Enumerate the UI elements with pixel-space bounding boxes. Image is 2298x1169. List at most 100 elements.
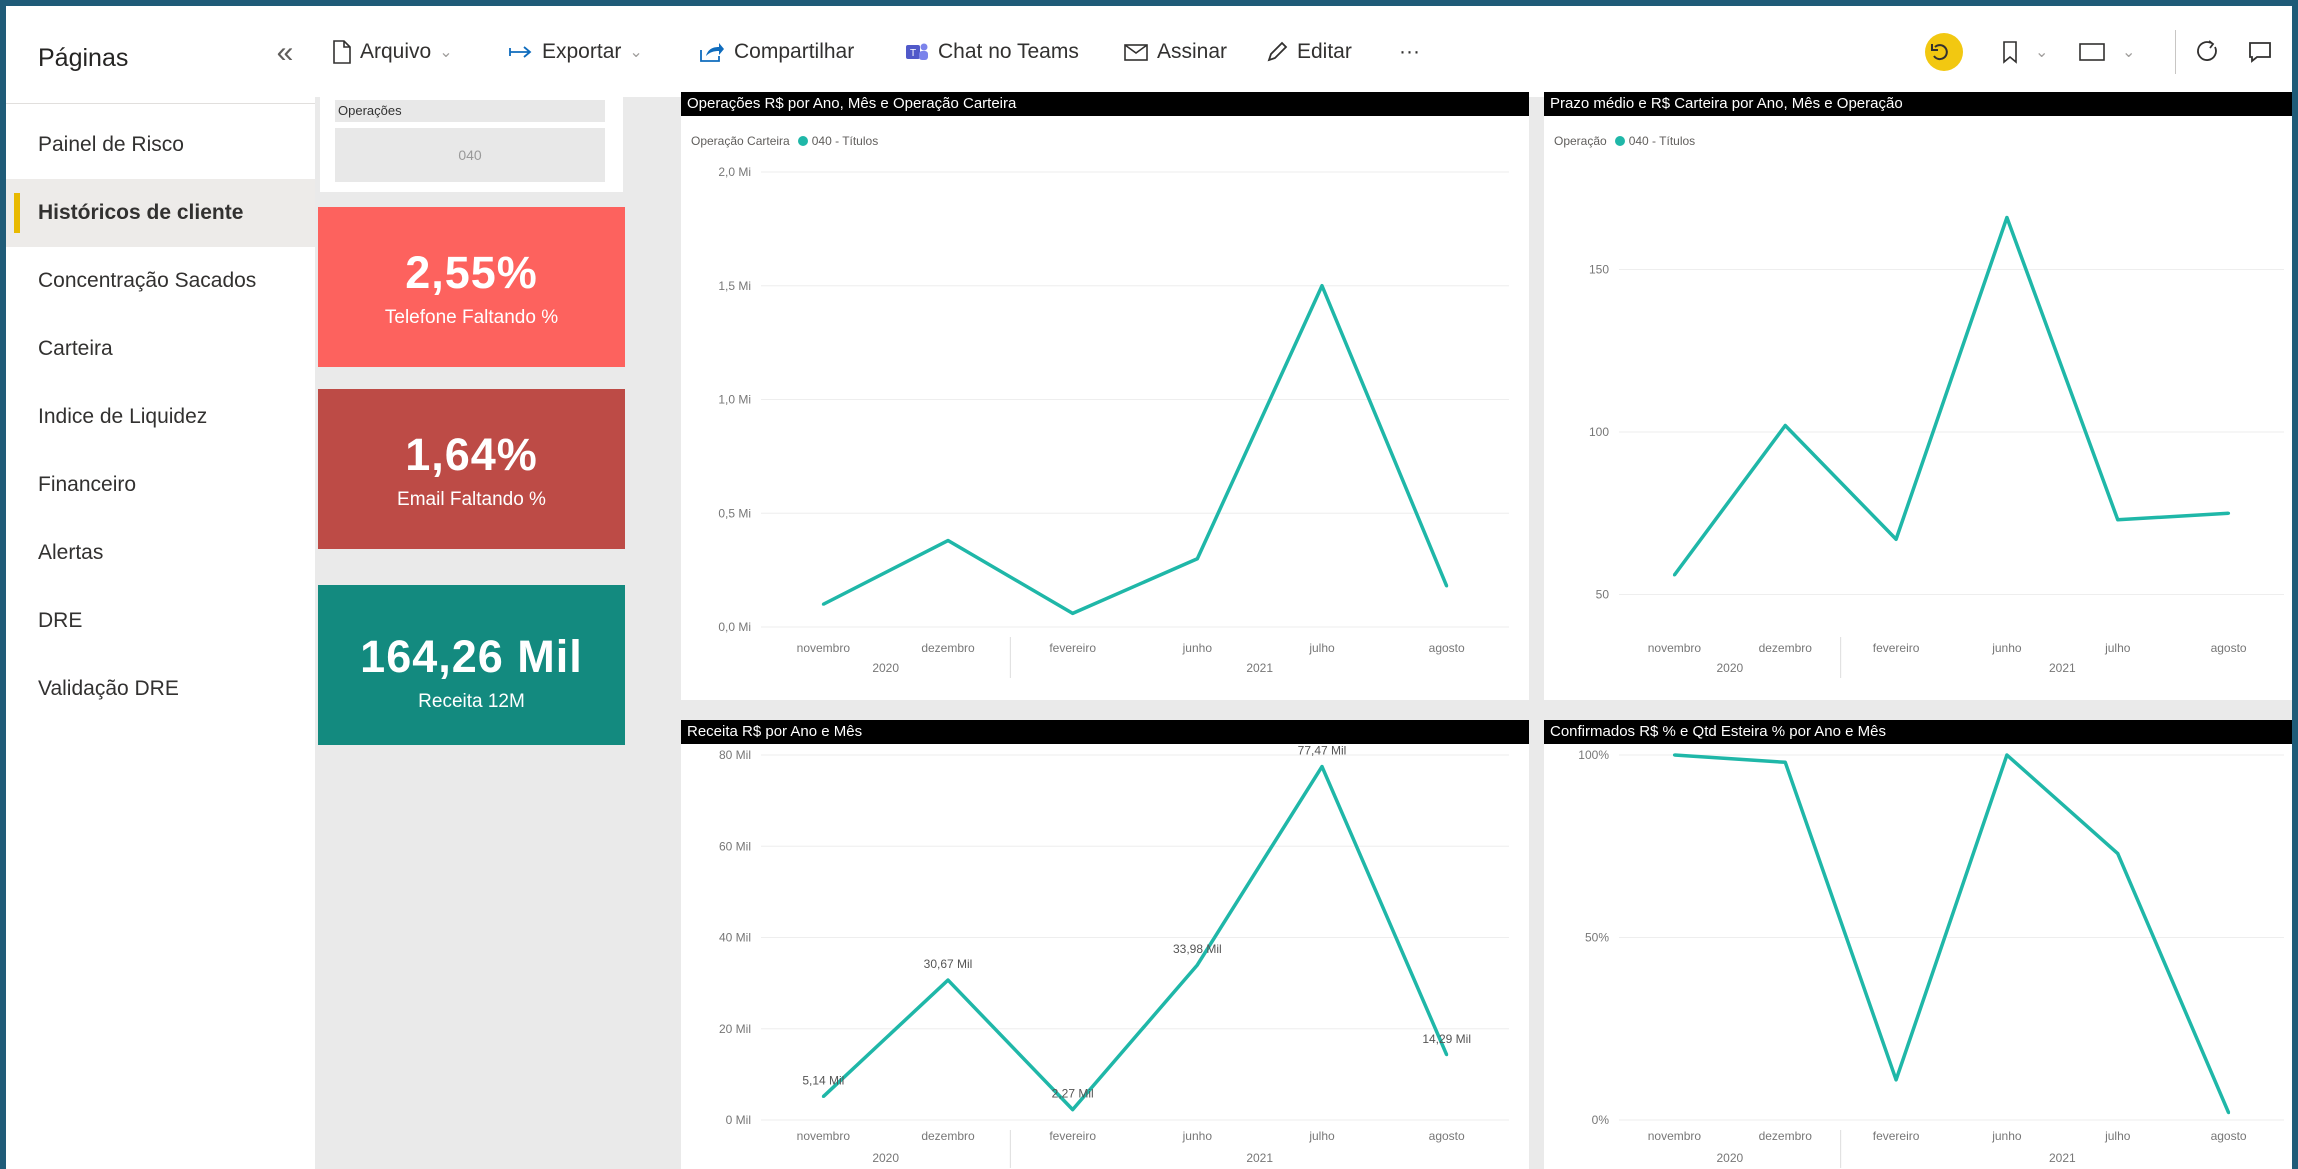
nav-item-concentracao-sacados[interactable]: Concentração Sacados [6,247,315,315]
y-tick-label: 0,5 Mi [718,506,751,520]
view-menu[interactable]: ⌄ [2078,32,2135,72]
legend-series-name: 040 - Títulos [811,134,879,148]
data-point [1783,760,1787,764]
comment-button[interactable] [2247,32,2281,72]
kpi-label: Telefone Faltando % [384,307,559,328]
data-point [2005,216,2009,219]
export-icon [509,46,532,58]
chart-receita-panel[interactable]: 0 Mil 20 Mil 40 Mil 60 Mil 80 Mil novembro dez… [681,720,1529,1169]
assinar-label: Assinar [1157,40,1228,63]
nav-item-dre[interactable]: DRE [6,587,315,655]
more-options-button[interactable]: ··· [1399,32,1420,72]
report-toolbar: Arquivo ⌄ Exportar ⌄ Compartilhar T Chat… [315,6,2298,98]
data-point [1445,584,1449,588]
legend-marker [1614,136,1625,146]
data-point [1894,537,1898,541]
x-tick-label: fevereiro [1873,641,1920,655]
nav-item-alertas[interactable]: Alertas [6,519,315,587]
y-tick-label: 80 Mil [719,748,751,762]
slicer-value-dropdown[interactable]: 040 [335,128,605,182]
x-tick-label: dezembro [1759,1129,1813,1143]
data-label: 77,47 Mil [1298,744,1347,758]
legend-title: Operação Carteira [691,134,790,148]
nav-item-carteira[interactable]: Carteira [6,315,315,383]
year-group-label: 2021 [1246,661,1273,675]
data-label: 33,98 Mil [1173,942,1222,956]
page-list: Painel de Risco Históricos de cliente Co… [6,111,315,723]
series-line [822,284,1449,616]
kpi-label: Email Faltando % [397,489,546,510]
sidebar-header: Páginas « [6,6,315,104]
nav-item-historicos-de-cliente[interactable]: Históricos de cliente [6,179,315,247]
chart-prazo-panel[interactable]: 50 100 150 novembro dezembro fevereiro junho ju… [1544,92,2298,700]
series-line [822,764,1449,1112]
x-tick-label: novembro [1648,1129,1702,1143]
collapse-chevron-icon[interactable]: « [265,38,305,72]
x-tick-label: junho [1182,1129,1213,1143]
chart-title: Prazo médio e R$ Carteira por Ano, Mês e… [1544,92,2298,116]
chevron-down-icon: ⌄ [2035,44,2049,61]
y-tick-label: 60 Mil [719,839,751,853]
data-label: 30,67 Mil [924,957,973,971]
data-point [1894,1078,1898,1082]
year-group-label: 2021 [2049,661,2076,675]
compartilhar-button[interactable]: Compartilhar [698,32,854,72]
kpi-value: 1,64% [405,429,538,480]
exportar-menu[interactable]: Exportar ⌄ [508,32,643,72]
chart-title: Operações R$ por Ano, Mês e Operação Car… [681,92,1529,116]
mail-icon [1124,44,1148,61]
file-icon [333,40,351,64]
data-label: 14,29 Mil [1422,1032,1471,1046]
sidebar-title: Páginas [38,44,129,72]
nav-item-painel-de-risco[interactable]: Painel de Risco [6,111,315,179]
nav-item-indice-de-liquidez[interactable]: Indice de Liquidez [6,383,315,451]
chart-plot: 0,0 Mi 0,5 Mi 1,0 Mi 1,5 Mi 2,0 Mi novembro de… [718,165,1509,678]
compartilhar-label: Compartilhar [734,40,855,63]
chart-title: Confirmados R$ % e Qtd Esteira % por Ano… [1544,720,2298,744]
operacoes-slicer: Operações 040 [320,92,623,192]
chart-plot: 50 100 150 novembro dezembro fevereiro junho ju… [1589,215,2284,678]
x-tick-label: junho [1991,1129,2022,1143]
legend-marker [797,136,808,146]
nav-item-financeiro[interactable]: Financeiro [6,451,315,519]
x-tick-label: fevereiro [1873,1129,1920,1143]
chart-plot: 0% 50% 100% novembro dezembro fevereiro junho j… [1578,748,2284,1168]
chart-title: Receita R$ por Ano e Mês [681,720,1529,744]
arquivo-label: Arquivo [360,40,432,63]
chart-plot: 0 Mil 20 Mil 40 Mil 60 Mil 80 Mil novembro dez… [719,744,1509,1168]
editar-label: Editar [1297,40,1352,63]
x-tick-label: dezembro [921,1129,975,1143]
slicer-title: Operações [335,100,605,122]
editar-button[interactable]: Editar [1265,32,1352,72]
data-point [1320,765,1324,769]
arquivo-menu[interactable]: Arquivo ⌄ [332,32,453,72]
data-point [2116,852,2120,856]
y-tick-label: 50 [1596,588,1610,602]
x-tick-label: novembro [1648,641,1702,655]
refresh-button[interactable] [2195,32,2229,72]
year-group-label: 2021 [2049,1151,2076,1165]
chart-legend: Operação 040 - Títulos [1554,134,1695,148]
chart-operacoes-panel[interactable]: 0,0 Mi 0,5 Mi 1,0 Mi 1,5 Mi 2,0 Mi novembro de… [681,92,1529,700]
bookmark-icon [2003,41,2017,64]
share-icon [700,43,724,62]
x-tick-label: julho [2104,641,2131,655]
assinar-button[interactable]: Assinar [1123,32,1227,72]
data-point [1672,573,1676,577]
data-point [1071,1108,1075,1112]
y-tick-label: 40 Mil [719,931,751,945]
svg-text:T: T [910,48,916,59]
data-point [1783,424,1787,427]
pencil-icon [1267,41,1288,62]
undo-button[interactable] [1925,32,1963,72]
teams-icon: T [906,43,928,60]
nav-item-validacao-dre[interactable]: Validação DRE [6,655,315,723]
bookmark-menu[interactable]: ⌄ [2001,32,2048,72]
data-point [946,978,950,982]
year-group-label: 2021 [1246,1151,1273,1165]
chart-confirmados-panel[interactable]: 0% 50% 100% novembro dezembro fevereiro junho j… [1544,720,2298,1169]
chat-teams-button[interactable]: T Chat no Teams [904,32,1079,72]
y-tick-label: 150 [1589,263,1609,277]
data-label: 5,14 Mil [802,1074,844,1088]
y-tick-label: 50% [1585,931,1609,945]
